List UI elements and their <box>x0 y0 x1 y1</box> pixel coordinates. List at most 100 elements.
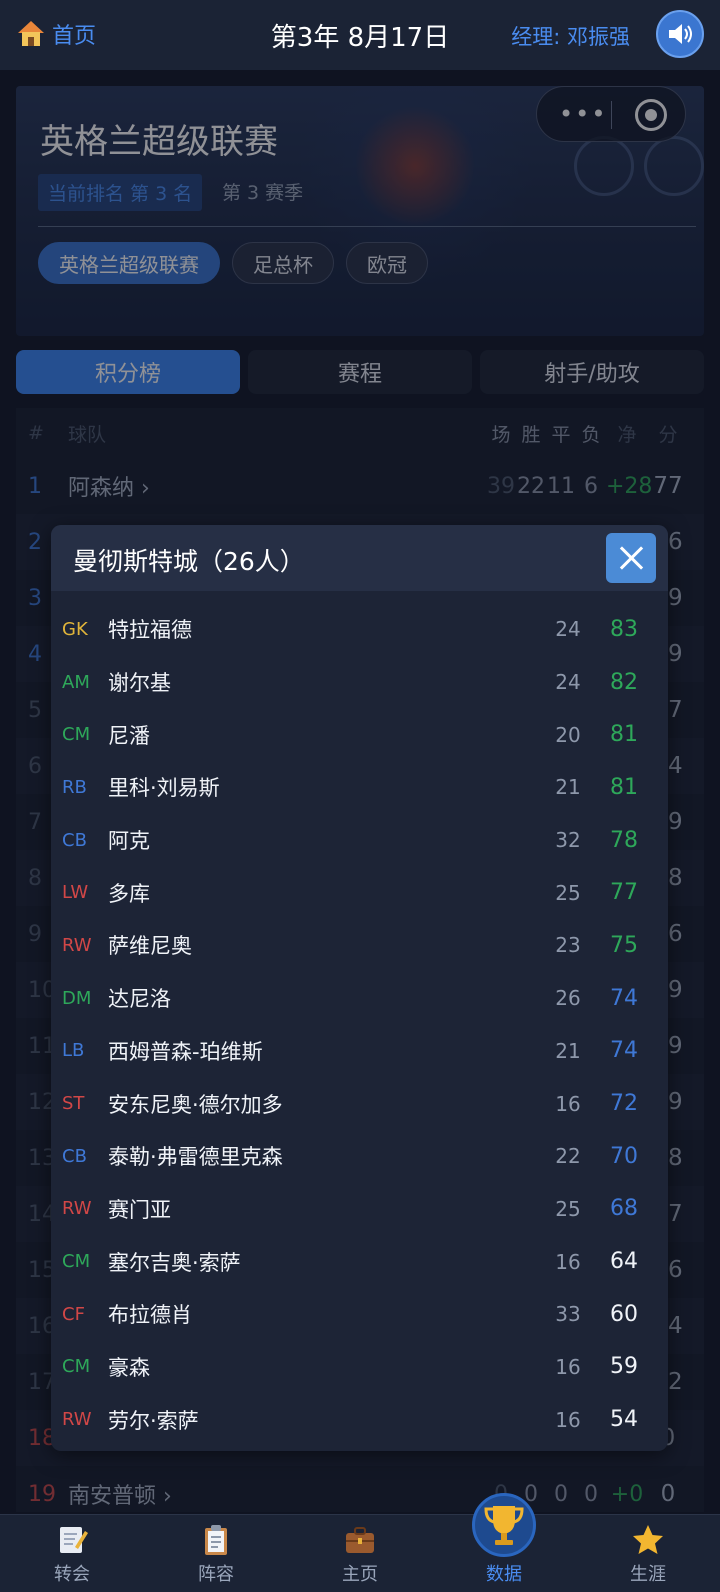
player-row[interactable]: GK 特拉福德 24 83 <box>51 603 668 656</box>
player-position: RW <box>62 1198 92 1220</box>
player-position: LW <box>62 882 89 904</box>
sound-toggle-button[interactable] <box>656 10 704 58</box>
player-rating: 78 <box>610 827 638 853</box>
player-rating: 83 <box>610 616 638 642</box>
close-icon[interactable] <box>606 533 656 583</box>
player-rating: 81 <box>610 774 638 800</box>
player-age: 33 <box>555 1302 581 1327</box>
player-position: RW <box>62 1409 92 1431</box>
player-name: 萨维尼奥 <box>108 934 192 959</box>
player-age: 22 <box>555 1144 581 1169</box>
player-name: 西姆普森-珀维斯 <box>108 1039 263 1064</box>
player-name: 多库 <box>108 881 150 906</box>
player-age: 20 <box>555 722 581 747</box>
player-row[interactable]: CB 泰勒·弗雷德里克森 22 70 <box>51 1130 668 1183</box>
player-name: 赛门亚 <box>108 1197 171 1222</box>
star-icon <box>633 1525 663 1554</box>
player-name: 泰勒·弗雷德里克森 <box>108 1145 283 1170</box>
trophy-icon <box>472 1493 536 1557</box>
squad-modal: 曼彻斯特城（26人） GK 特拉福德 24 83 AM 谢尔基 24 82 CM 尼潘 20 81 RB… <box>51 525 668 1451</box>
player-list: GK 特拉福德 24 83 AM 谢尔基 24 82 CM 尼潘 20 81 RB 里科·刘易斯 21 81 C… <box>51 591 668 1446</box>
player-name: 豪森 <box>108 1355 150 1380</box>
player-row[interactable]: CB 阿克 32 78 <box>51 814 668 867</box>
player-age: 21 <box>555 775 581 800</box>
player-rating: 72 <box>610 1091 638 1117</box>
player-row[interactable]: RW 劳尔·索萨 16 54 <box>51 1393 668 1446</box>
player-row[interactable]: DM 达尼洛 26 74 <box>51 972 668 1025</box>
player-age: 16 <box>555 1091 581 1116</box>
player-name: 阿克 <box>108 829 150 854</box>
player-rating: 64 <box>610 1249 638 1275</box>
player-row[interactable]: ST 安东尼奥·德尔加多 16 72 <box>51 1077 668 1130</box>
player-rating: 74 <box>610 1038 638 1064</box>
player-rating: 70 <box>610 1143 638 1169</box>
player-position: CB <box>62 1145 87 1167</box>
player-row[interactable]: CM 豪森 16 59 <box>51 1341 668 1394</box>
player-rating: 75 <box>610 932 638 958</box>
player-rating: 68 <box>610 1196 638 1222</box>
clipboard-icon <box>205 1525 227 1555</box>
player-row[interactable]: CM 尼潘 20 81 <box>51 708 668 761</box>
player-name: 尼潘 <box>108 723 150 748</box>
player-position: CF <box>62 1303 85 1325</box>
player-age: 25 <box>555 880 581 905</box>
player-position: LB <box>62 1040 85 1062</box>
modal-header: 曼彻斯特城（26人） <box>51 525 668 591</box>
player-position: CM <box>62 1251 91 1273</box>
player-name: 安东尼奥·德尔加多 <box>108 1092 283 1117</box>
player-rating: 60 <box>610 1301 638 1327</box>
player-name: 布拉德肖 <box>108 1303 192 1328</box>
manager-name[interactable]: 经理: 邓振强 <box>511 21 630 51</box>
player-position: CM <box>62 724 91 746</box>
player-rating: 74 <box>610 985 638 1011</box>
player-rating: 54 <box>610 1407 638 1433</box>
player-rating: 82 <box>610 669 638 695</box>
player-position: ST <box>62 1093 85 1115</box>
nav-item-career[interactable]: 生涯 <box>576 1515 720 1592</box>
player-row[interactable]: RW 赛门亚 25 68 <box>51 1183 668 1236</box>
nav-item-transfer[interactable]: 转会 <box>0 1515 144 1592</box>
nav-item-data[interactable]: 数据 <box>432 1493 576 1592</box>
player-age: 16 <box>555 1249 581 1274</box>
modal-title: 曼彻斯特城（26人） <box>73 547 305 576</box>
player-position: CM <box>62 1356 91 1378</box>
player-row[interactable]: LW 多库 25 77 <box>51 866 668 919</box>
briefcase-icon <box>346 1527 374 1553</box>
player-row[interactable]: LB 西姆普森-珀维斯 21 74 <box>51 1025 668 1078</box>
player-row[interactable]: RB 里科·刘易斯 21 81 <box>51 761 668 814</box>
player-age: 25 <box>555 1196 581 1221</box>
player-row[interactable]: RW 萨维尼奥 23 75 <box>51 919 668 972</box>
player-age: 24 <box>555 617 581 642</box>
player-name: 达尼洛 <box>108 987 171 1012</box>
player-age: 16 <box>555 1407 581 1432</box>
player-position: DM <box>62 987 92 1009</box>
player-name: 里科·刘易斯 <box>108 776 220 801</box>
player-row[interactable]: AM 谢尔基 24 82 <box>51 656 668 709</box>
player-row[interactable]: CM 塞尔吉奥·索萨 16 64 <box>51 1235 668 1288</box>
player-name: 谢尔基 <box>108 671 171 696</box>
player-row[interactable]: CF 布拉德肖 33 60 <box>51 1288 668 1341</box>
player-age: 16 <box>555 1354 581 1379</box>
player-position: AM <box>62 671 90 693</box>
player-age: 23 <box>555 933 581 958</box>
transfer-notepad-icon <box>60 1527 88 1553</box>
player-name: 塞尔吉奥·索萨 <box>108 1250 241 1275</box>
top-bar: 首页 第3年 8月17日 经理: 邓振强 <box>0 0 720 70</box>
player-position: RB <box>62 776 87 798</box>
player-position: CB <box>62 829 87 851</box>
player-rating: 81 <box>610 722 638 748</box>
bottom-nav: 转会 阵容 主页 数据 生涯 <box>0 1493 720 1592</box>
player-rating: 77 <box>610 880 638 906</box>
player-position: GK <box>62 618 88 640</box>
nav-item-home[interactable]: 主页 <box>288 1515 432 1592</box>
player-position: RW <box>62 934 92 956</box>
player-age: 32 <box>555 828 581 853</box>
player-age: 24 <box>555 670 581 695</box>
speaker-icon <box>669 24 692 44</box>
player-age: 26 <box>555 986 581 1011</box>
player-rating: 59 <box>610 1354 638 1380</box>
nav-item-squad[interactable]: 阵容 <box>144 1515 288 1592</box>
player-name: 特拉福德 <box>108 618 192 643</box>
player-name: 劳尔·索萨 <box>108 1408 199 1433</box>
player-age: 21 <box>555 1038 581 1063</box>
